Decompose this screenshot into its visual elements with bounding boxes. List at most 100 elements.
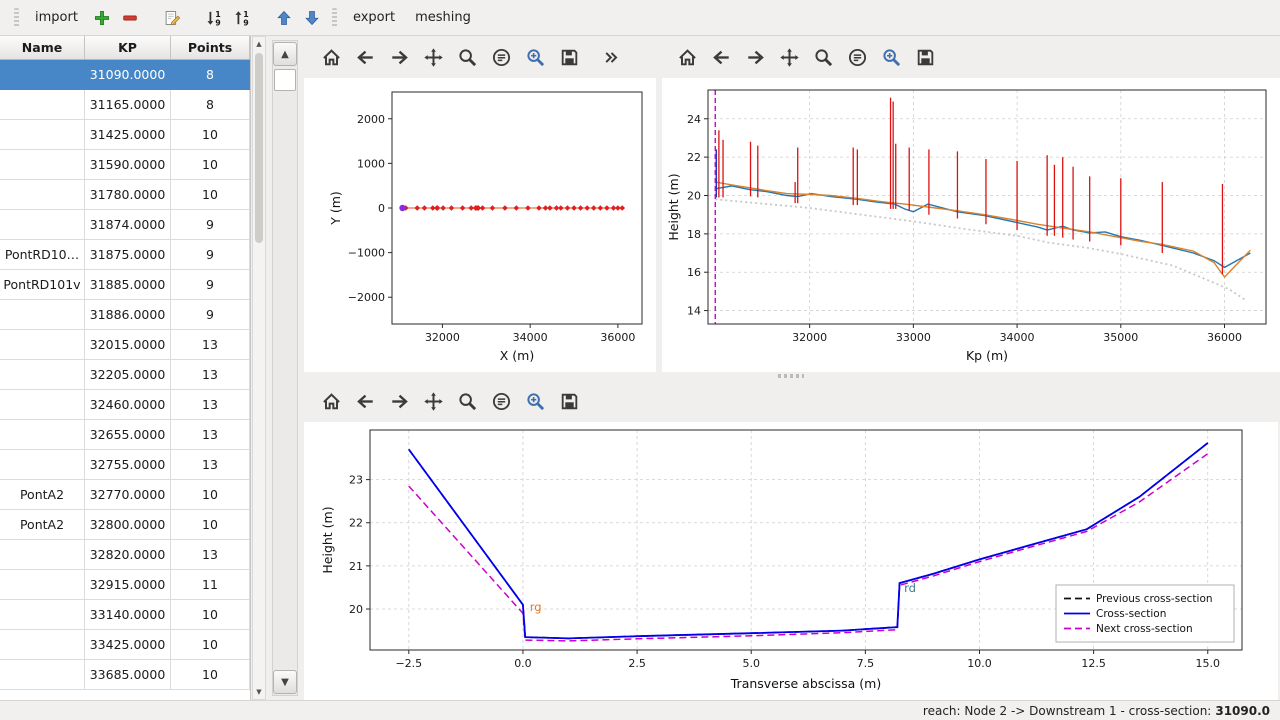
zoom-icon[interactable] xyxy=(808,42,838,72)
zoom-region-icon[interactable] xyxy=(520,42,550,72)
column-header-points[interactable]: Points xyxy=(171,36,250,59)
cell-name xyxy=(0,450,85,480)
forward-icon[interactable] xyxy=(740,42,770,72)
cross-section-chart[interactable]: rgrd−2.50.02.55.07.510.012.515.020212223… xyxy=(304,422,1278,700)
cell-points: 13 xyxy=(171,330,250,360)
menu-export[interactable]: export xyxy=(343,6,405,29)
sort-descending-icon[interactable]: 19 xyxy=(202,6,226,30)
move-down-icon[interactable] xyxy=(300,6,324,30)
zoom-icon[interactable] xyxy=(452,386,482,416)
configure-subplots-icon[interactable] xyxy=(842,42,872,72)
home-icon[interactable] xyxy=(672,42,702,72)
back-icon[interactable] xyxy=(706,42,736,72)
cross-section-table: Name KP Points 31090.0000831165.00008314… xyxy=(0,36,251,700)
table-row[interactable]: 32915.000011 xyxy=(0,570,250,600)
table-row[interactable]: 31590.000010 xyxy=(0,150,250,180)
svg-text:34000: 34000 xyxy=(513,331,548,344)
menu-meshing[interactable]: meshing xyxy=(405,6,481,29)
back-icon[interactable] xyxy=(350,42,380,72)
save-icon[interactable] xyxy=(554,386,584,416)
cross-section-toolbar xyxy=(302,380,1280,422)
table-row[interactable]: 31780.000010 xyxy=(0,180,250,210)
cell-points: 10 xyxy=(171,480,250,510)
cell-kp: 32820.0000 xyxy=(85,540,171,570)
save-icon[interactable] xyxy=(910,42,940,72)
zoom-region-icon[interactable] xyxy=(876,42,906,72)
cell-kp: 31780.0000 xyxy=(85,180,171,210)
cell-points: 13 xyxy=(171,540,250,570)
forward-icon[interactable] xyxy=(384,42,414,72)
table-row[interactable]: PontRD101v31885.00009 xyxy=(0,270,250,300)
home-icon[interactable] xyxy=(316,386,346,416)
profile-toolbar xyxy=(658,36,1280,78)
cell-name xyxy=(0,540,85,570)
cell-kp: 31425.0000 xyxy=(85,120,171,150)
svg-text:−1000: −1000 xyxy=(348,247,385,260)
table-row[interactable]: 33140.000010 xyxy=(0,600,250,630)
svg-text:Y (m): Y (m) xyxy=(328,191,343,226)
toolbar-overflow-icon[interactable] xyxy=(594,42,624,72)
table-row[interactable]: PontA232770.000010 xyxy=(0,480,250,510)
horizontal-splitter[interactable] xyxy=(302,372,1280,380)
configure-subplots-icon[interactable] xyxy=(486,386,516,416)
scroll-down-arrow-icon[interactable]: ▼ xyxy=(253,685,265,699)
svg-text:−2.5: −2.5 xyxy=(395,657,422,670)
add-cross-section-icon[interactable] xyxy=(90,6,114,30)
forward-icon[interactable] xyxy=(384,386,414,416)
cell-points: 10 xyxy=(171,510,250,540)
pan-icon[interactable] xyxy=(418,42,448,72)
cell-kp: 32755.0000 xyxy=(85,450,171,480)
table-row[interactable]: 31165.00008 xyxy=(0,90,250,120)
menu-import[interactable]: import xyxy=(25,6,88,29)
table-row[interactable]: 33685.000010 xyxy=(0,660,250,690)
pan-icon[interactable] xyxy=(418,386,448,416)
back-icon[interactable] xyxy=(350,386,380,416)
scroll-up-arrow-icon[interactable]: ▲ xyxy=(253,37,265,51)
toolbar-grip[interactable] xyxy=(14,8,19,28)
navigator-thumb[interactable] xyxy=(274,69,296,91)
svg-text:Previous cross-section: Previous cross-section xyxy=(1096,593,1213,605)
navigate-down-button[interactable]: ▼ xyxy=(273,670,297,694)
cell-name xyxy=(0,600,85,630)
plan-chart[interactable]: 320003400036000−2000−1000010002000X (m)Y… xyxy=(304,78,656,372)
table-row[interactable]: 32460.000013 xyxy=(0,390,250,420)
table-row[interactable]: 32755.000013 xyxy=(0,450,250,480)
table-row[interactable]: 32655.000013 xyxy=(0,420,250,450)
pan-icon[interactable] xyxy=(774,42,804,72)
column-header-name[interactable]: Name xyxy=(0,36,85,59)
navigate-up-button[interactable]: ▲ xyxy=(273,42,297,66)
sort-ascending-icon[interactable]: 19 xyxy=(230,6,254,30)
table-row[interactable]: 31874.00009 xyxy=(0,210,250,240)
cell-name: PontA2 xyxy=(0,480,85,510)
cell-name xyxy=(0,210,85,240)
move-up-icon[interactable] xyxy=(272,6,296,30)
table-row[interactable]: 31886.00009 xyxy=(0,300,250,330)
profile-chart[interactable]: 3200033000340003500036000141618202224Kp … xyxy=(662,78,1280,372)
svg-text:18: 18 xyxy=(687,228,701,241)
save-icon[interactable] xyxy=(554,42,584,72)
edit-cross-section-icon[interactable] xyxy=(160,6,184,30)
table-row[interactable]: 33425.000010 xyxy=(0,630,250,660)
table-row[interactable]: 31425.000010 xyxy=(0,120,250,150)
table-row[interactable]: 32205.000013 xyxy=(0,360,250,390)
plan-toolbar xyxy=(302,36,658,78)
table-scrollbar-thumb[interactable] xyxy=(255,53,263,243)
home-icon[interactable] xyxy=(316,42,346,72)
svg-text:35000: 35000 xyxy=(1103,331,1138,344)
column-header-kp[interactable]: KP xyxy=(85,36,171,59)
table-row[interactable]: PontA232800.000010 xyxy=(0,510,250,540)
section-navigator-scrollbar[interactable]: ▲ ▼ xyxy=(272,40,298,696)
table-row[interactable]: 32820.000013 xyxy=(0,540,250,570)
zoom-icon[interactable] xyxy=(452,42,482,72)
table-row[interactable]: PontRD10…31875.00009 xyxy=(0,240,250,270)
remove-cross-section-icon[interactable] xyxy=(118,6,142,30)
menubar: import 1919 export meshing xyxy=(0,0,1280,36)
table-scrollbar[interactable]: ▲ ▼ xyxy=(252,36,266,700)
table-row[interactable]: 32015.000013 xyxy=(0,330,250,360)
configure-subplots-icon[interactable] xyxy=(486,42,516,72)
toolbar-grip-2[interactable] xyxy=(332,8,337,28)
svg-text:1000: 1000 xyxy=(357,157,385,170)
table-row[interactable]: 31090.00008 xyxy=(0,60,250,90)
svg-text:15.0: 15.0 xyxy=(1196,657,1221,670)
zoom-region-icon[interactable] xyxy=(520,386,550,416)
